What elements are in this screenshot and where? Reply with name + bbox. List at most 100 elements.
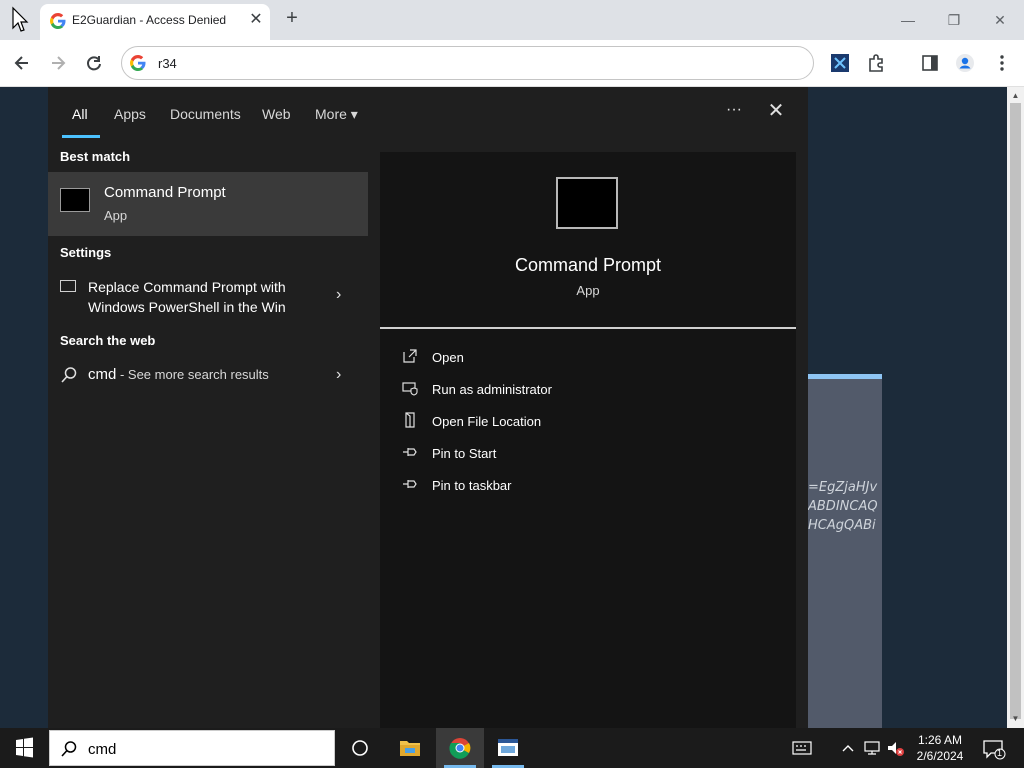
close-icon[interactable]: ✕ (766, 101, 786, 121)
network-icon[interactable] (862, 738, 882, 758)
web-search-query: cmd - See more search results (88, 366, 269, 383)
keyboard-input-icon[interactable] (792, 738, 812, 758)
settings-header: Settings (60, 245, 112, 260)
search-filter-tabs: All Apps Documents Web More ▾ ··· ✕ (48, 87, 808, 139)
file-location-icon (405, 412, 415, 428)
restore-button[interactable]: ❐ (944, 10, 964, 30)
side-panel-icon[interactable] (920, 53, 940, 73)
scroll-down-icon[interactable]: ▼ (1007, 712, 1024, 726)
web-more-results-text: - See more search results (116, 367, 269, 382)
action-label: Pin to taskbar (432, 478, 512, 493)
background-content-card (808, 374, 882, 728)
mouse-cursor-icon (12, 6, 29, 32)
action-label: Run as administrator (432, 382, 552, 397)
minimize-button[interactable]: — (898, 10, 918, 30)
tab-title: E2Guardian - Access Denied (72, 13, 227, 27)
new-tab-button[interactable]: + (282, 8, 302, 28)
pin-icon (403, 480, 417, 488)
detail-divider (380, 327, 796, 329)
app-taskbar-button[interactable] (484, 728, 532, 768)
background-text-line: HCAgQABi (808, 518, 876, 533)
window-close-button[interactable]: ✕ (990, 10, 1010, 30)
puzzle-icon[interactable] (866, 53, 886, 73)
settings-display-icon (60, 280, 76, 292)
tab-all[interactable]: All (72, 106, 88, 122)
menu-kebab-icon[interactable] (992, 53, 1012, 73)
best-match-title: Command Prompt (104, 184, 226, 201)
chevron-up-icon[interactable] (838, 738, 858, 758)
open-icon (403, 349, 417, 363)
taskbar-search-input: cmd (88, 741, 117, 758)
browser-toolbar: r34 (0, 40, 1024, 87)
tab-close-icon[interactable]: ✕ (248, 12, 264, 28)
address-text: r34 (158, 56, 177, 71)
detail-title: Command Prompt (514, 255, 662, 275)
taskbar-search-box[interactable]: cmd (49, 730, 335, 766)
best-match-subtitle: App (104, 208, 128, 223)
tab-apps[interactable]: Apps (114, 106, 146, 122)
best-match-item[interactable]: Command Prompt App (48, 172, 368, 236)
search-icon (61, 367, 77, 383)
background-text-line: =EgZjaHJv (808, 480, 878, 495)
detail-subtitle: App (576, 283, 600, 298)
clock-date: 2/6/2024 (916, 749, 964, 763)
action-pin-to-taskbar[interactable]: Pin to taskbar (400, 474, 700, 498)
settings-result-item[interactable]: Replace Command Prompt with Windows Powe… (48, 275, 368, 319)
forward-icon[interactable] (48, 53, 68, 73)
chevron-right-icon[interactable]: › (336, 366, 348, 383)
taskbar-clock[interactable]: 1:26 AM 2/6/2024 (910, 732, 970, 764)
windows-start-icon[interactable] (0, 728, 48, 768)
google-icon (130, 55, 146, 71)
browser-tab-active[interactable]: E2Guardian - Access Denied ✕ (40, 4, 270, 40)
chevron-down-icon: ▾ (350, 106, 358, 122)
chrome-icon (449, 738, 471, 759)
tab-more-label: More (315, 106, 347, 122)
command-prompt-icon (60, 188, 90, 212)
profile-avatar-icon[interactable] (955, 53, 975, 73)
reload-icon[interactable] (84, 53, 104, 73)
tab-more[interactable]: More ▾ (315, 106, 358, 123)
action-open[interactable]: Open (400, 346, 700, 370)
scroll-up-icon[interactable]: ▲ (1007, 89, 1024, 103)
task-view-icon[interactable] (336, 728, 384, 768)
settings-result-text: Replace Command Prompt with Windows Powe… (88, 279, 286, 315)
notification-icon (983, 740, 1006, 760)
action-label: Open File Location (432, 414, 542, 429)
tab-documents[interactable]: Documents (170, 106, 241, 122)
action-run-as-administrator[interactable]: Run as administrator (400, 378, 700, 402)
action-pin-to-start[interactable]: Pin to Start (400, 442, 700, 466)
page-scrollbar[interactable]: ▲ ▼ (1007, 87, 1024, 728)
background-encoded-text: =EgZjaHJv ABDINCAQ HCAgQABi (808, 478, 882, 535)
back-icon[interactable] (12, 53, 32, 73)
address-bar[interactable]: r34 (121, 46, 814, 80)
clock-time: 1:26 AM (917, 733, 963, 747)
extension-icon[interactable] (830, 53, 850, 73)
windows-taskbar: cmd 1:26 AM 2/6/2024 1 (0, 728, 1024, 768)
scroll-thumb[interactable] (1010, 103, 1021, 719)
chevron-right-icon[interactable]: › (336, 286, 348, 303)
search-icon (61, 741, 77, 757)
command-prompt-large-icon (556, 177, 618, 229)
active-tab-indicator (62, 135, 100, 138)
notification-center-button[interactable]: 1 (982, 738, 1006, 760)
action-label: Open (432, 350, 464, 365)
file-explorer-icon[interactable] (386, 728, 434, 768)
web-search-result[interactable]: cmd - See more search results › (48, 363, 368, 391)
window-app-icon (498, 739, 518, 756)
windows-search-panel: All Apps Documents Web More ▾ ··· ✕ Best… (48, 87, 808, 728)
web-query-text: cmd (88, 366, 117, 383)
action-open-file-location[interactable]: Open File Location (400, 410, 700, 434)
result-detail-pane: Command Prompt App Open Run as administr… (380, 152, 796, 728)
browser-tabstrip: E2Guardian - Access Denied ✕ + — ❐ ✕ (0, 0, 1024, 40)
pin-icon (403, 448, 417, 456)
tab-web[interactable]: Web (262, 106, 291, 122)
background-text-line: ABDINCAQ (808, 499, 878, 514)
search-web-header: Search the web (60, 333, 156, 348)
more-options-icon[interactable]: ··· (724, 101, 744, 121)
chrome-taskbar-button[interactable] (436, 728, 484, 768)
volume-muted-icon[interactable] (886, 738, 906, 758)
notification-count: 1 (997, 748, 1003, 758)
best-match-header: Best match (60, 149, 131, 164)
shield-icon (402, 382, 418, 396)
action-label: Pin to Start (432, 446, 497, 461)
